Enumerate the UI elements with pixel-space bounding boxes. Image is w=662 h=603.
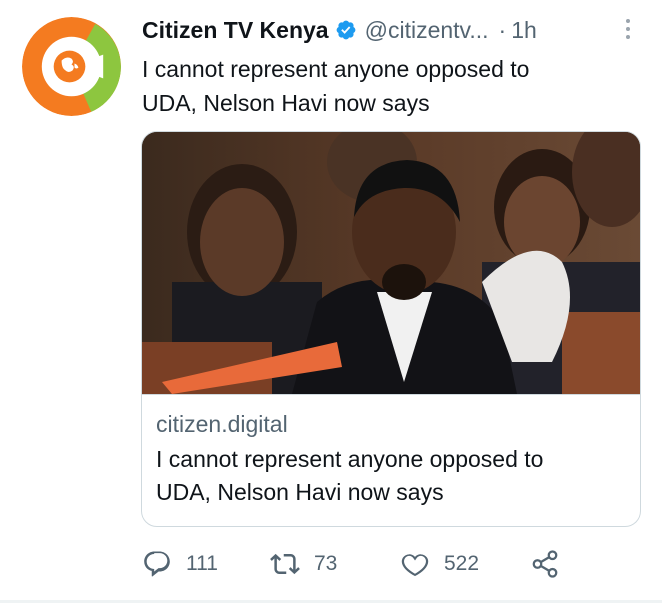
author-name[interactable]: Citizen TV Kenya (142, 17, 329, 44)
heart-icon (401, 554, 429, 577)
card-image (142, 132, 640, 394)
tweet-text-line: I cannot represent anyone opposed to (142, 56, 530, 82)
card-body: citizen.digital I cannot represent anyon… (142, 394, 640, 526)
tweet-timestamp[interactable]: 1h (511, 17, 537, 44)
reply-button[interactable]: 111 (142, 546, 218, 582)
card-title-line: UDA, Nelson Havi now says (156, 479, 444, 505)
link-card[interactable]: citizen.digital I cannot represent anyon… (141, 131, 641, 527)
share-icon (532, 550, 558, 578)
author-handle[interactable]: @citizentv... (365, 17, 489, 44)
action-bar: 111 73 522 (142, 546, 622, 582)
like-button[interactable]: 522 (400, 546, 479, 582)
card-domain: citizen.digital (156, 411, 288, 437)
tweet[interactable]: Citizen TV Kenya @citizentv... · 1h I ca… (0, 0, 662, 603)
tweet-header: Citizen TV Kenya @citizentv... · 1h (142, 12, 642, 48)
more-vertical-icon[interactable] (616, 14, 640, 44)
citizen-tv-logo-icon (22, 17, 121, 116)
verified-badge-icon (335, 19, 357, 41)
separator-dot: · (498, 16, 507, 43)
card-title: I cannot represent anyone opposed to UDA… (156, 443, 634, 509)
like-count: 522 (444, 552, 480, 575)
retweet-icon (270, 553, 300, 575)
retweet-count: 73 (314, 552, 338, 575)
tweet-text: I cannot represent anyone opposed to UDA… (142, 52, 642, 120)
courtroom-photo (142, 132, 640, 394)
reply-count: 111 (186, 552, 218, 575)
card-title-line: I cannot represent anyone opposed to (156, 446, 544, 472)
tweet-text-line: UDA, Nelson Havi now says (142, 90, 430, 116)
reply-icon (144, 551, 170, 577)
share-button[interactable] (530, 546, 560, 582)
avatar[interactable] (22, 17, 121, 116)
retweet-button[interactable]: 73 (270, 546, 337, 582)
